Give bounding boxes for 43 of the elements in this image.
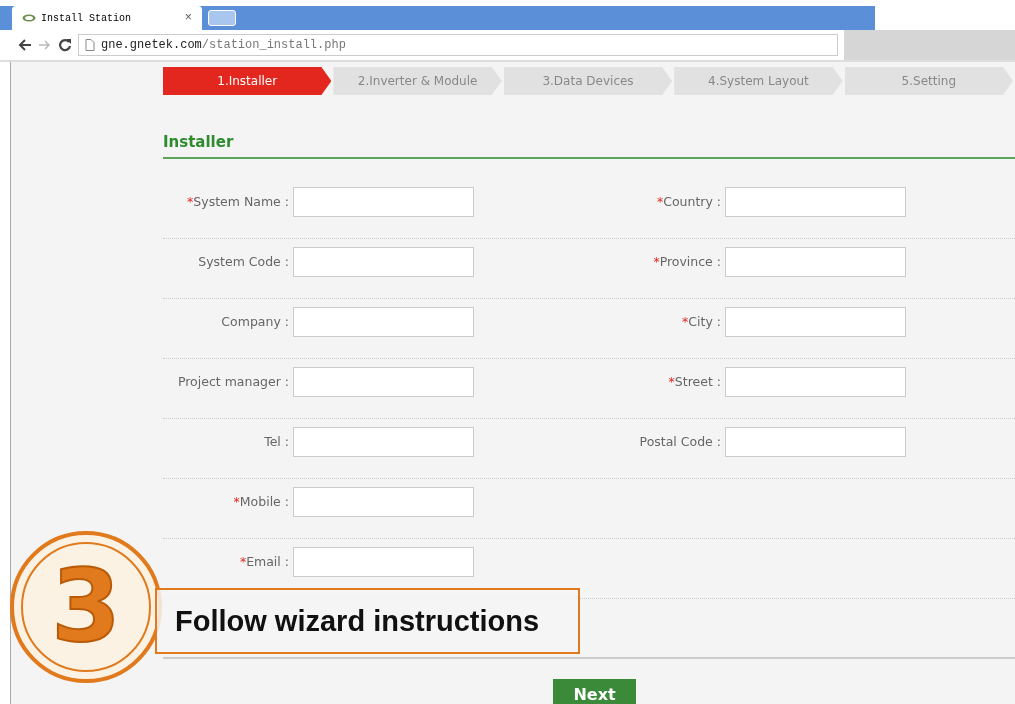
back-arrow-icon[interactable] <box>18 38 32 52</box>
field-label: *Country : <box>655 194 721 209</box>
field-label: Postal Code : <box>638 434 721 449</box>
address-bar[interactable]: gne.gnetek.com/station_install.php <box>78 34 838 56</box>
wizard-step[interactable]: 1.Installer <box>163 67 332 95</box>
input-field[interactable] <box>725 426 906 457</box>
input-field[interactable] <box>725 246 906 277</box>
field-label: *Mobile : <box>232 494 289 509</box>
forward-arrow-icon[interactable] <box>38 38 52 52</box>
field-label: System Code : <box>197 254 289 269</box>
page-icon <box>85 39 95 51</box>
field-label: Project manager : <box>176 374 289 389</box>
input-field[interactable] <box>293 306 474 337</box>
close-icon[interactable]: × <box>184 11 192 25</box>
next-button[interactable]: Next <box>553 679 636 704</box>
input-field[interactable] <box>293 186 474 217</box>
field-label: *System Name : <box>186 194 289 209</box>
section-title: Installer <box>163 133 1015 159</box>
wizard-step[interactable]: 2.Inverter & Module <box>333 67 502 95</box>
field-label: Company : <box>220 314 289 329</box>
input-field[interactable] <box>293 366 474 397</box>
input-field[interactable] <box>293 246 474 277</box>
new-tab-button[interactable] <box>208 10 236 26</box>
reload-icon[interactable] <box>58 38 72 52</box>
field-label: Tel : <box>263 434 289 449</box>
wizard-step[interactable]: 3.Data Devices <box>503 67 673 95</box>
wizard-step[interactable]: 4.System Layout <box>674 67 843 95</box>
input-field[interactable] <box>725 186 906 217</box>
field-label: *Province : <box>652 254 721 269</box>
input-field[interactable] <box>725 366 906 397</box>
field-label: *City : <box>681 314 721 329</box>
field-label: *Street : <box>667 374 721 389</box>
browser-tab[interactable]: Install Station × <box>12 6 202 30</box>
input-field[interactable] <box>293 486 474 517</box>
wizard-step[interactable]: 5.Setting <box>844 67 1014 95</box>
callout-text: Follow wizard instructions <box>155 588 580 654</box>
tab-title: Install Station <box>41 12 132 24</box>
field-label: *Email : <box>238 554 289 569</box>
url-text: gne.gnetek.com/station_install.php <box>101 38 346 52</box>
input-field[interactable] <box>293 426 474 457</box>
site-logo-icon <box>22 14 36 22</box>
input-field[interactable] <box>293 546 474 577</box>
input-field[interactable] <box>725 306 906 337</box>
